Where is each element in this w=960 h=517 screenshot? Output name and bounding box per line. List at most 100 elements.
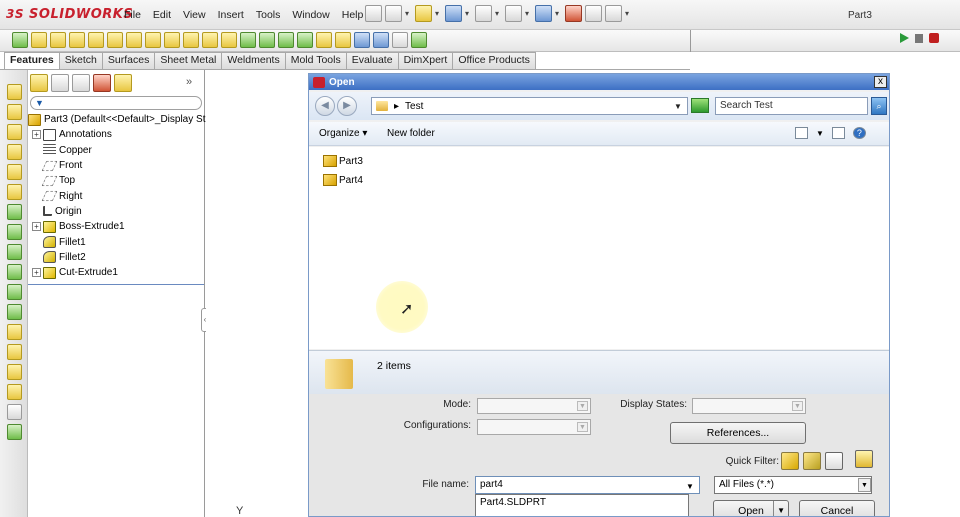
file-name-input[interactable]: part4 ▼ — [475, 476, 700, 494]
swept-boss-icon[interactable] — [50, 32, 66, 48]
refresh-icon[interactable] — [691, 98, 709, 113]
open-document-icon[interactable] — [415, 5, 432, 22]
tree-item-front-plane[interactable]: Front — [28, 158, 204, 173]
fillet-sketch-icon[interactable] — [7, 344, 22, 360]
expand-toggle-icon[interactable]: + — [32, 130, 41, 140]
forward-button[interactable]: ▶ — [337, 96, 357, 116]
chevron-down-icon[interactable]: ▼ — [674, 102, 682, 111]
swept-cut-icon[interactable] — [164, 32, 180, 48]
lofted-boss-icon[interactable] — [69, 32, 85, 48]
filter-drawings-icon[interactable] — [825, 452, 843, 470]
file-properties-icon[interactable] — [585, 5, 602, 22]
extend-icon[interactable] — [7, 284, 22, 300]
filter-parts-icon[interactable] — [781, 452, 799, 470]
tree-item-boss-extrude1[interactable]: + Boss-Extrude1 — [28, 219, 204, 234]
file-type-select[interactable]: All Files (*.*) ▼ — [714, 476, 872, 494]
mirror-icon[interactable] — [7, 324, 22, 340]
instant3d-icon[interactable] — [392, 32, 408, 48]
file-item-part4[interactable]: Part4 — [323, 174, 363, 186]
curves-icon[interactable] — [373, 32, 389, 48]
dropdown-arrow-icon[interactable]: ▾ — [525, 5, 532, 22]
tab-mold-tools[interactable]: Mold Tools — [284, 52, 347, 69]
tree-item-fillet2[interactable]: Fillet2 — [28, 250, 204, 265]
dropdown-arrow-icon[interactable]: ▾ — [435, 5, 442, 22]
tab-sheet-metal[interactable]: Sheet Metal — [154, 52, 223, 69]
linear-pattern-icon[interactable] — [240, 32, 256, 48]
reference-geometry-icon[interactable] — [354, 32, 370, 48]
revolved-boss-icon[interactable] — [31, 32, 47, 48]
run-macro-icon[interactable] — [900, 33, 909, 43]
rib-icon[interactable] — [259, 32, 275, 48]
dropdown-arrow-icon[interactable]: ▾ — [405, 5, 412, 22]
property-manager-tab-icon[interactable] — [51, 74, 69, 92]
smart-dimension-icon[interactable] — [7, 104, 22, 120]
fillet-icon[interactable] — [221, 32, 237, 48]
sketch-icon[interactable] — [7, 84, 22, 100]
dropdown-arrow-icon[interactable]: ▾ — [465, 5, 472, 22]
rebuild-icon[interactable] — [565, 5, 582, 22]
dialog-title-bar[interactable]: Open — [309, 74, 889, 90]
tree-item-origin[interactable]: Origin — [28, 204, 204, 219]
undo-icon[interactable] — [505, 5, 522, 22]
dropdown-arrow-icon[interactable]: ▾ — [625, 5, 632, 22]
arc-icon[interactable] — [7, 184, 22, 200]
filter-assemblies-icon[interactable] — [803, 452, 821, 470]
search-icon[interactable]: ⌕ — [871, 97, 887, 115]
extruded-cut-icon[interactable] — [107, 32, 123, 48]
spline-icon[interactable] — [7, 204, 22, 220]
configuration-manager-tab-icon[interactable] — [72, 74, 90, 92]
address-bar[interactable]: ▸ Test ▼ — [371, 97, 688, 115]
revolved-cut-icon[interactable] — [145, 32, 161, 48]
menu-view[interactable]: View — [177, 9, 212, 21]
tree-item-top-plane[interactable]: Top — [28, 173, 204, 188]
tab-surfaces[interactable]: Surfaces — [101, 52, 156, 69]
breadcrumb-current[interactable]: Test — [405, 101, 423, 112]
tab-sketch[interactable]: Sketch — [58, 52, 103, 69]
dimxpert-manager-tab-icon[interactable] — [93, 74, 111, 92]
tab-dimxpert[interactable]: DimXpert — [397, 52, 454, 69]
boundary-boss-icon[interactable] — [88, 32, 104, 48]
tab-features[interactable]: Features — [4, 52, 60, 70]
menu-insert[interactable]: Insert — [212, 9, 250, 21]
slot-icon[interactable] — [7, 244, 22, 260]
tree-item-material[interactable]: Copper — [28, 143, 204, 158]
expand-toggle-icon[interactable]: + — [32, 268, 41, 278]
dialog-close-button[interactable]: x — [874, 76, 887, 88]
print-icon[interactable] — [475, 5, 492, 22]
tab-weldments[interactable]: Weldments — [221, 52, 286, 69]
pattern-icon[interactable] — [7, 404, 22, 420]
solidworks-logo[interactable]: 3S SOLIDWORKS — [6, 7, 133, 22]
tree-item-fillet1[interactable]: Fillet1 — [28, 234, 204, 249]
convert-entities-icon[interactable] — [7, 384, 22, 400]
cancel-button[interactable]: Cancel — [799, 500, 875, 516]
rapid-sketch-icon[interactable] — [411, 32, 427, 48]
chevron-down-icon[interactable]: ▼ — [816, 129, 824, 138]
lofted-cut-icon[interactable] — [183, 32, 199, 48]
intersect-icon[interactable] — [335, 32, 351, 48]
expand-toggle-icon[interactable]: + — [32, 222, 41, 232]
shell-icon[interactable] — [297, 32, 313, 48]
breadcrumb-separator[interactable]: ▸ — [394, 101, 399, 112]
feature-manager-tab-icon[interactable] — [30, 74, 48, 92]
references-button[interactable]: References... — [670, 422, 806, 444]
draft-icon[interactable] — [278, 32, 294, 48]
tab-office-products[interactable]: Office Products — [452, 52, 536, 69]
trim-icon[interactable] — [7, 264, 22, 280]
polygon-icon[interactable] — [7, 224, 22, 240]
display-manager-tab-icon[interactable] — [114, 74, 132, 92]
relations-icon[interactable] — [7, 424, 22, 440]
wrap-icon[interactable] — [316, 32, 332, 48]
tree-item-annotations[interactable]: + Annotations — [28, 127, 204, 142]
tree-root-part[interactable]: Part3 (Default<<Default>_Display St — [28, 112, 205, 127]
dropdown-arrow-icon[interactable]: ▾ — [555, 5, 562, 22]
panel-splitter[interactable] — [28, 284, 204, 285]
menu-edit[interactable]: Edit — [147, 9, 177, 21]
organize-button[interactable]: Organize ▾ — [319, 128, 367, 139]
expand-panel-icon[interactable]: » — [186, 76, 192, 88]
tab-evaluate[interactable]: Evaluate — [345, 52, 399, 69]
tree-item-cut-extrude1[interactable]: + Cut-Extrude1 — [28, 265, 204, 280]
circle-icon[interactable] — [7, 164, 22, 180]
menu-tools[interactable]: Tools — [250, 9, 287, 21]
help-icon[interactable]: ? — [852, 127, 866, 139]
new-folder-button[interactable]: New folder — [387, 128, 435, 139]
